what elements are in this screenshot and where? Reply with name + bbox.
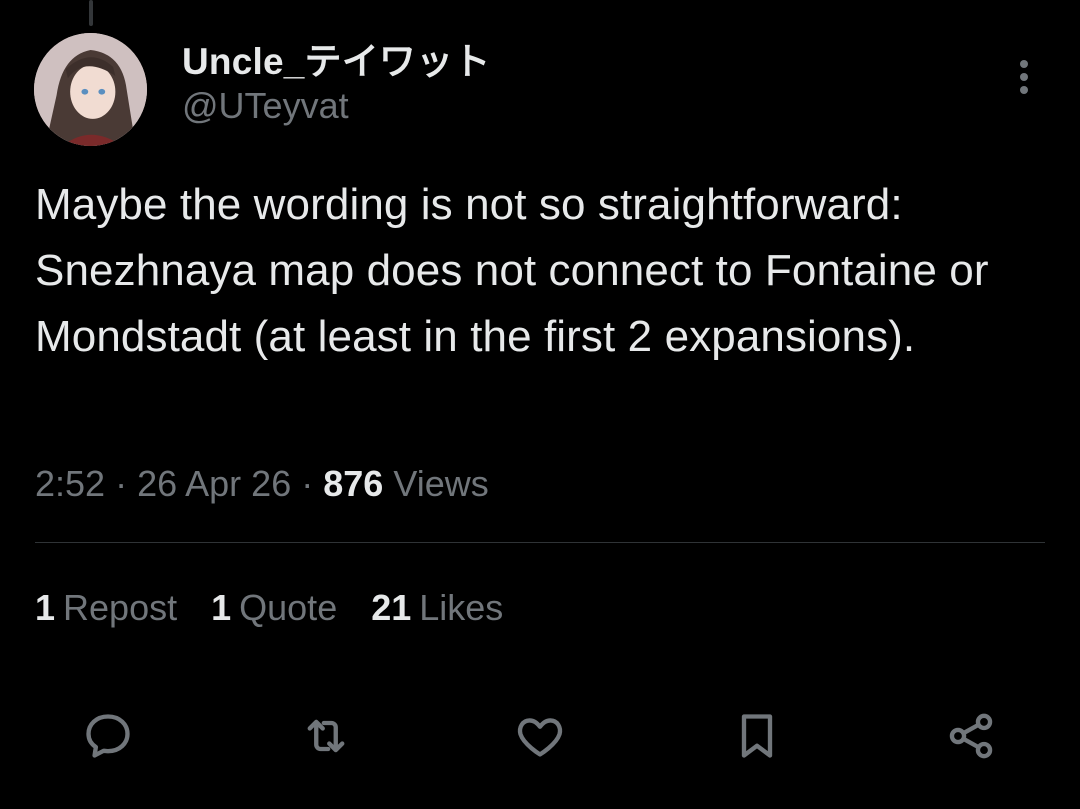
likes-label: Likes [419, 587, 504, 628]
likes-stat[interactable]: 21 Likes [371, 584, 503, 632]
engagement-stats: 1 Repost 1 Quote 21 Likes [35, 584, 503, 632]
bookmark-button[interactable] [727, 706, 787, 766]
like-button[interactable] [510, 706, 570, 766]
display-name[interactable]: Uncle_テイワット [182, 40, 491, 84]
reply-icon [86, 714, 130, 758]
bookmark-icon [741, 714, 773, 758]
tweet-date[interactable]: 26 Apr 26 [137, 463, 291, 504]
action-bar [0, 706, 1080, 766]
more-dot [1020, 73, 1028, 81]
tweet-meta: 2:52 · 26 Apr 26 · 876 Views [35, 460, 489, 508]
repost-button[interactable] [296, 706, 356, 766]
share-icon [949, 713, 993, 759]
views-label: Views [393, 463, 489, 504]
tweet-text: Maybe the wording is not so straightforw… [35, 180, 989, 361]
thread-connector-line [89, 0, 93, 26]
avatar[interactable] [34, 33, 147, 146]
more-dot [1020, 86, 1028, 94]
more-options-button[interactable] [1004, 56, 1044, 100]
reposts-count: 1 [35, 587, 56, 628]
reposts-stat[interactable]: 1 Repost [35, 584, 177, 632]
user-handle[interactable]: @UTeyvat [182, 84, 491, 128]
heart-icon [517, 718, 563, 757]
quotes-label: Quote [239, 587, 338, 628]
reposts-label: Repost [63, 587, 178, 628]
likes-count: 21 [371, 587, 412, 628]
quotes-stat[interactable]: 1 Quote [211, 584, 337, 632]
more-vertical-icon [1020, 60, 1028, 68]
quotes-count: 1 [211, 587, 232, 628]
repost-icon [307, 719, 345, 753]
meta-separator: · [115, 463, 138, 504]
divider [35, 542, 1045, 543]
views-count: 876 [323, 463, 384, 504]
share-button[interactable] [941, 706, 1001, 766]
reply-button[interactable] [78, 706, 138, 766]
meta-separator: · [301, 463, 324, 504]
tweet-time[interactable]: 2:52 [35, 463, 105, 504]
avatar-image [34, 33, 147, 146]
